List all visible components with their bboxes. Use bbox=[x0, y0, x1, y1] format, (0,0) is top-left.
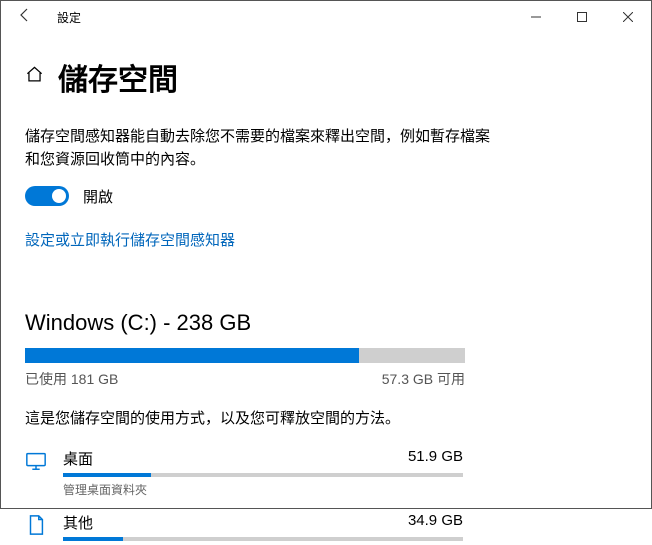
category-row[interactable]: 其他 34.9 GB bbox=[25, 512, 627, 545]
titlebar: 設定 bbox=[1, 1, 651, 33]
category-bar bbox=[63, 473, 463, 477]
category-name: 其他 bbox=[63, 512, 93, 533]
maximize-button[interactable] bbox=[559, 1, 605, 33]
category-name: 桌面 bbox=[63, 448, 93, 469]
category-size: 34.9 GB bbox=[408, 512, 463, 533]
category-subtext: 管理桌面資料夾 bbox=[63, 481, 463, 498]
category-size: 51.9 GB bbox=[408, 448, 463, 469]
window-title: 設定 bbox=[57, 9, 81, 26]
category-bar-fill bbox=[63, 537, 123, 541]
drive-used-label: 已使用 181 GB bbox=[25, 369, 118, 389]
category-body: 其他 34.9 GB bbox=[63, 512, 463, 545]
toggle-state-label: 開啟 bbox=[83, 186, 113, 207]
window-controls bbox=[513, 1, 651, 33]
category-icon bbox=[25, 450, 47, 472]
storage-sense-toggle-row: 開啟 bbox=[25, 186, 627, 207]
page-heading-row: 儲存空間 bbox=[25, 55, 627, 99]
configure-storage-sense-link[interactable]: 設定或立即執行儲存空間感知器 bbox=[25, 229, 235, 250]
minimize-button[interactable] bbox=[513, 1, 559, 33]
category-body: 桌面 51.9 GB 管理桌面資料夾 bbox=[63, 448, 463, 498]
page-title: 儲存空間 bbox=[58, 55, 178, 99]
storage-sense-description: 儲存空間感知器能自動去除您不需要的檔案來釋出空間，例如暫存檔案和您資源回收筒中的… bbox=[25, 125, 495, 172]
content-area: 儲存空間 儲存空間感知器能自動去除您不需要的檔案來釋出空間，例如暫存檔案和您資源… bbox=[1, 33, 651, 545]
drive-free-label: 57.3 GB 可用 bbox=[382, 369, 465, 389]
home-icon[interactable] bbox=[25, 65, 44, 89]
close-button[interactable] bbox=[605, 1, 651, 33]
category-icon bbox=[25, 514, 47, 536]
usage-description: 這是您儲存空間的使用方式，以及您可釋放空間的方法。 bbox=[25, 407, 627, 428]
drive-usage-bar bbox=[25, 348, 465, 363]
category-bar bbox=[63, 537, 463, 541]
toggle-knob bbox=[52, 189, 66, 203]
drive-heading: Windows (C:) - 238 GB bbox=[25, 310, 627, 336]
category-bar-fill bbox=[63, 473, 151, 477]
category-row[interactable]: 桌面 51.9 GB 管理桌面資料夾 bbox=[25, 448, 627, 498]
drive-stats: 已使用 181 GB 57.3 GB 可用 bbox=[25, 369, 465, 389]
drive-usage-fill bbox=[25, 348, 359, 363]
back-button[interactable] bbox=[9, 7, 41, 28]
category-list: 桌面 51.9 GB 管理桌面資料夾其他 34.9 GB bbox=[25, 448, 627, 545]
storage-sense-toggle[interactable] bbox=[25, 186, 69, 206]
